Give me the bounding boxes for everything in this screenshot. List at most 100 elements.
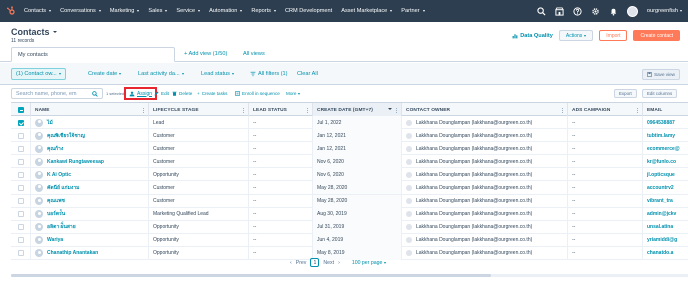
add-view-button[interactable]: + Add view (1/50)	[184, 51, 227, 57]
row-checkbox[interactable]	[17, 158, 24, 165]
delete-button[interactable]: Delete	[172, 91, 192, 96]
filter-create-date[interactable]: Create date	[88, 68, 122, 80]
tab-my-contacts[interactable]: My contacts	[11, 47, 175, 62]
column-lifecycle-stage[interactable]: LIFECYCLE STAGE	[148, 103, 248, 117]
contact-email[interactable]: yriamiddi@g	[642, 233, 688, 247]
contact-email[interactable]: vibrant_tra	[642, 194, 688, 208]
contact-email[interactable]: tubtim.lamy	[642, 129, 688, 143]
row-checkbox-cell[interactable]	[11, 208, 30, 221]
contact-name[interactable]: คุณแพช	[30, 194, 148, 208]
select-all-checkbox[interactable]	[17, 107, 24, 113]
row-checkbox[interactable]	[17, 198, 24, 205]
all-filters-button[interactable]: All filters (1)	[250, 68, 288, 80]
row-checkbox[interactable]	[17, 132, 24, 139]
export-button[interactable]: Export	[614, 89, 637, 98]
data-quality-link[interactable]: Data Quality	[512, 33, 553, 39]
table-row[interactable]: Kankawi Rungtaweesap Customer -- Nov 6, 202…	[11, 155, 688, 169]
edit-button[interactable]: Edit	[154, 91, 169, 96]
next-page-button[interactable]: Next	[323, 260, 334, 266]
table-row[interactable]: อลิดา ผ่ิ่นสาย Opportunity -- Jul 31, 2019 L…	[11, 220, 688, 234]
table-row[interactable]: คุณแพช Customer -- May 28, 2020 Lakkhana Dou…	[11, 194, 688, 208]
row-checkbox[interactable]	[17, 237, 24, 244]
nav-asset-marketplace[interactable]: Asset Marketplace	[341, 8, 393, 14]
row-checkbox[interactable]	[17, 145, 24, 152]
marketplace-icon[interactable]	[555, 6, 564, 16]
contact-email[interactable]: kr@funlo.co	[642, 155, 688, 169]
contact-name-text[interactable]: คัดนีย์ แก่มงาม	[47, 184, 79, 192]
table-row[interactable]: คัดนีย์ แก่มงาม Customer -- May 28, 2020 Lak…	[11, 181, 688, 195]
contact-name-text[interactable]: บอร์ดร่ัน	[47, 210, 65, 218]
contact-email[interactable]: 0964538887	[642, 116, 688, 129]
table-row[interactable]: คุณพิเชียรใจ้ชาญ Customer -- Jan 12, 2021 La…	[11, 129, 688, 143]
row-checkbox[interactable]	[17, 211, 24, 218]
contact-name[interactable]: คุณพิเชียรใจ้ชาญ	[30, 129, 148, 143]
import-button[interactable]: Import	[599, 30, 628, 41]
help-icon[interactable]	[573, 6, 582, 16]
edit-columns-button[interactable]: Edit columns	[642, 89, 678, 98]
nav-reports[interactable]: Reports	[251, 8, 276, 14]
create-tasks-button[interactable]: + Create tasks	[197, 91, 227, 96]
contact-name[interactable]: Wariya	[30, 233, 148, 247]
nav-sales[interactable]: Sales	[148, 8, 168, 14]
nav-contacts[interactable]: Contacts	[24, 8, 52, 14]
row-checkbox[interactable]	[17, 171, 24, 178]
column-contact-owner[interactable]: CONTACT OWNER	[401, 103, 567, 117]
contact-email[interactable]: ecommerce@	[642, 142, 688, 156]
contact-name[interactable]: Chanathip Anantakan	[30, 246, 148, 260]
table-row[interactable]: บอร์ดร่ัน Marketing Qualified Lead -- Aug 3…	[11, 207, 688, 221]
contact-name-text[interactable]: คุณพิเชียรใจ้ชาญ	[47, 132, 85, 140]
enroll-sequence-button[interactable]: Enroll in sequence	[235, 91, 280, 96]
contact-email[interactable]: admin@jckv	[642, 207, 688, 221]
prev-page-button[interactable]: Prev	[296, 260, 307, 266]
nav-service[interactable]: Service	[176, 8, 201, 14]
per-page-select[interactable]: 100 per page	[352, 260, 387, 266]
column-lead-status[interactable]: LEAD STATUS	[248, 103, 312, 117]
row-checkbox-cell[interactable]	[11, 247, 30, 260]
all-views-link[interactable]: All views	[243, 51, 265, 57]
hubspot-logo-icon[interactable]	[6, 6, 16, 16]
contact-name[interactable]: คุณก้าง	[30, 142, 148, 156]
save-view-button[interactable]: Save view	[642, 69, 680, 80]
account-menu[interactable]: ourgreenfish	[647, 8, 682, 14]
filter-lead-status[interactable]: Lead status	[201, 68, 234, 80]
row-checkbox-cell[interactable]	[11, 129, 30, 142]
column-ads-campaign[interactable]: ADS CAMPAIGN	[567, 103, 642, 117]
contact-name-text[interactable]: Wariya	[47, 237, 63, 243]
row-checkbox[interactable]	[17, 184, 24, 191]
contact-name-text[interactable]: Kankawi Rungtaweesap	[47, 159, 104, 165]
filter-last-activity[interactable]: Last activity da...	[138, 68, 184, 80]
row-checkbox-cell[interactable]	[11, 142, 30, 155]
contact-email[interactable]: jl.opticsque	[642, 168, 688, 182]
nav-crm-development[interactable]: CRM Development	[285, 8, 332, 14]
page-number[interactable]: 1	[310, 258, 320, 267]
contact-name[interactable]: อลิดา ผ่ิ่นสาย	[30, 220, 148, 234]
filter-contact-owner[interactable]: (1) Contact ow...	[11, 68, 66, 80]
contact-name[interactable]: Kankawi Rungtaweesap	[30, 155, 148, 169]
select-all-checkbox-cell[interactable]	[11, 103, 30, 117]
table-row[interactable]: คุณก้าง Customer -- Jan 12, 2021 Lakkhana Do…	[11, 142, 688, 156]
contact-email[interactable]: unsal.atina	[642, 220, 688, 234]
clear-all-link[interactable]: Clear All	[297, 68, 318, 80]
table-row[interactable]: Wariya Opportunity -- Jun 4, 2019 Lakkhana D…	[11, 233, 688, 247]
table-row[interactable]: ไม้ Lead -- Jul 1, 2022 Lakkhana Dounglampan…	[11, 116, 688, 130]
column-email[interactable]: EMAIL	[642, 103, 688, 117]
create-contact-button[interactable]: Create contact	[633, 30, 680, 41]
row-checkbox[interactable]	[17, 224, 24, 231]
contact-email[interactable]: accountrv2	[642, 181, 688, 195]
user-avatar[interactable]	[626, 5, 638, 17]
nav-marketing[interactable]: Marketing	[110, 8, 140, 14]
actions-button[interactable]: Actions	[558, 30, 594, 41]
row-checkbox-cell[interactable]	[11, 181, 30, 194]
settings-gear-icon[interactable]	[591, 7, 600, 16]
contact-name[interactable]: ไม้	[30, 116, 148, 129]
row-checkbox-cell[interactable]	[11, 155, 30, 168]
search-icon[interactable]	[537, 6, 546, 16]
row-checkbox-cell[interactable]	[11, 221, 30, 234]
row-checkbox[interactable]	[17, 250, 24, 257]
horizontal-scrollbar[interactable]	[11, 274, 688, 277]
row-checkbox-cell[interactable]	[11, 168, 30, 181]
scrollbar-thumb[interactable]	[11, 274, 491, 277]
contact-name-text[interactable]: K Ai Optic	[47, 172, 71, 178]
row-checkbox[interactable]	[17, 119, 24, 126]
contact-name-text[interactable]: คุณก้าง	[47, 145, 63, 153]
